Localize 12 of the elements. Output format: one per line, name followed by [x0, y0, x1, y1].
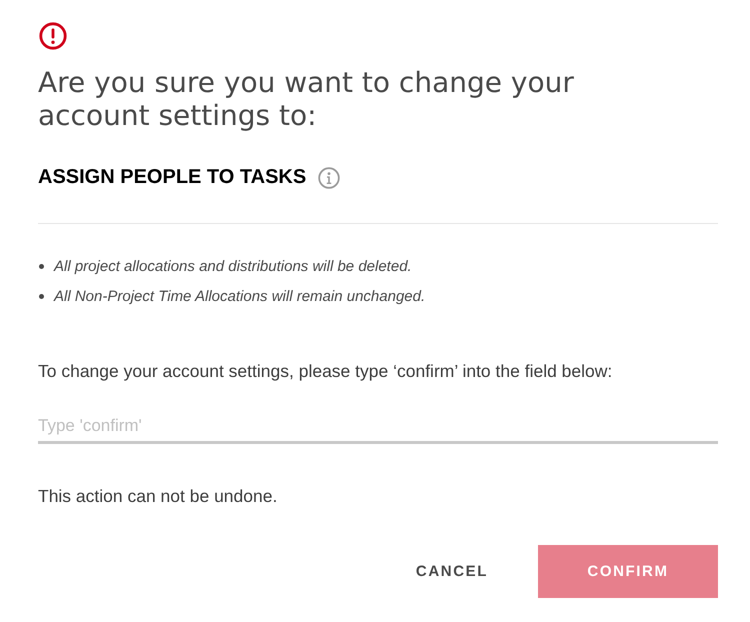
cancel-button[interactable]: CANCEL	[380, 545, 524, 598]
setting-name: ASSIGN PEOPLE TO TASKS	[38, 166, 306, 189]
info-icon[interactable]	[318, 166, 340, 188]
instruction-text: To change your account settings, please type ‘confirm’ into the field below:	[38, 361, 614, 382]
dialog-title: Are you sure you want to change your account settings to:	[38, 66, 575, 132]
alert-icon	[39, 22, 67, 50]
bullet-icon	[39, 264, 44, 268]
warning-text: This action can not be undone.	[38, 486, 278, 507]
bullet-icon	[39, 294, 44, 298]
consequence-text: All Non-Project Time Allocations will remain unchanged.	[54, 288, 426, 304]
confirm-input-field[interactable]: Type 'confirm'	[38, 410, 718, 444]
consequence-text: All project allocations and distributions will be deleted.	[54, 258, 412, 274]
